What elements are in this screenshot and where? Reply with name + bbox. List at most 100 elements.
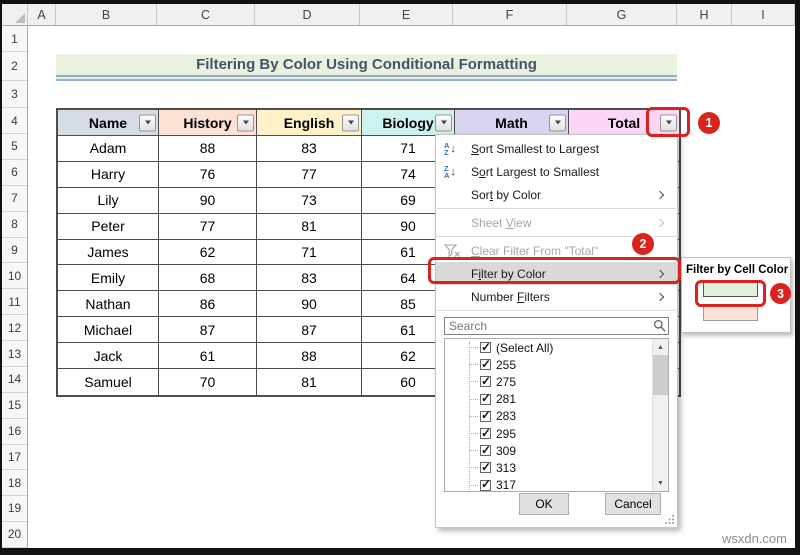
cell-name[interactable]: Michael — [58, 317, 159, 344]
cell-history[interactable]: 90 — [159, 187, 257, 214]
filter-list-item-275[interactable]: 275 — [445, 373, 668, 390]
cell-history[interactable]: 62 — [159, 239, 257, 266]
cell-name[interactable]: Samuel — [58, 369, 159, 395]
filter-list-item-313[interactable]: 313 — [445, 459, 668, 476]
column-header-math[interactable]: Math — [455, 110, 569, 136]
cell-english[interactable]: 71 — [257, 239, 362, 266]
cell-english[interactable]: 90 — [257, 291, 362, 318]
menu-item-sort-largest-to-smallest[interactable]: Z A ↓ Sort Largest to Smallest — [436, 160, 677, 183]
cell-history[interactable]: 61 — [159, 343, 257, 370]
cell-name[interactable]: Peter — [58, 213, 159, 240]
search-input[interactable] — [444, 317, 669, 335]
scroll-down-icon[interactable]: ▼ — [653, 475, 668, 491]
filter-value-checkbox[interactable] — [480, 391, 491, 405]
filter-value-checkbox[interactable] — [480, 374, 491, 388]
filter-list-item-295[interactable]: 295 — [445, 425, 668, 442]
filter-dropdown-button-english[interactable] — [342, 114, 359, 131]
filter-dropdown-button-math[interactable] — [549, 114, 566, 131]
column-header-english[interactable]: English — [257, 110, 362, 136]
resize-grip[interactable] — [665, 515, 674, 524]
row-header-19[interactable]: 19 — [2, 496, 27, 522]
col-header-H[interactable]: H — [677, 4, 732, 25]
cell-history[interactable]: 70 — [159, 369, 257, 395]
row-header-4[interactable]: 4 — [2, 108, 27, 134]
cell-name[interactable]: Adam — [58, 136, 159, 162]
list-scrollbar[interactable]: ▲ ▼ — [652, 339, 668, 491]
cell-english[interactable]: 73 — [257, 187, 362, 214]
search-icon[interactable] — [653, 319, 666, 337]
row-header-10[interactable]: 10 — [2, 263, 27, 290]
cell-history[interactable]: 86 — [159, 291, 257, 318]
menu-item-number-filters[interactable]: Number Filters — [436, 285, 677, 308]
filter-list-item-255[interactable]: 255 — [445, 356, 668, 373]
cell-english[interactable]: 77 — [257, 161, 362, 188]
filter-list-item-select-all[interactable]: (Select All) — [445, 339, 668, 356]
cell-english[interactable]: 81 — [257, 369, 362, 395]
cancel-button[interactable]: Cancel — [605, 493, 661, 515]
filter-list-item-309[interactable]: 309 — [445, 442, 668, 459]
filter-dropdown-button-history[interactable] — [237, 114, 254, 131]
filter-list-item-317[interactable]: 317 — [445, 477, 668, 491]
ok-button[interactable]: OK — [519, 493, 569, 515]
cell-name[interactable]: Emily — [58, 265, 159, 292]
row-header-6[interactable]: 6 — [2, 160, 27, 186]
color-swatch-light-orange[interactable] — [703, 306, 758, 321]
column-header-history[interactable]: History — [159, 110, 257, 136]
row-header-20[interactable]: 20 — [2, 522, 27, 548]
select-all-corner[interactable] — [2, 4, 28, 25]
filter-dropdown-button-name[interactable] — [139, 114, 156, 131]
row-header-14[interactable]: 14 — [2, 367, 27, 393]
filter-value-checkbox[interactable] — [480, 460, 491, 474]
filter-value-checkbox[interactable] — [480, 408, 491, 422]
column-header-biology[interactable]: Biology — [362, 110, 455, 136]
filter-value-checkbox[interactable] — [480, 443, 491, 457]
col-header-E[interactable]: E — [360, 4, 453, 25]
scroll-up-icon[interactable]: ▲ — [653, 339, 668, 355]
row-header-15[interactable]: 15 — [2, 393, 27, 419]
row-header-12[interactable]: 12 — [2, 315, 27, 342]
col-header-C[interactable]: C — [157, 4, 255, 25]
cell-name[interactable]: Lily — [58, 187, 159, 214]
cell-english[interactable]: 83 — [257, 136, 362, 162]
cell-history[interactable]: 68 — [159, 265, 257, 292]
filter-value-checkbox[interactable] — [480, 426, 491, 440]
row-header-8[interactable]: 8 — [2, 212, 27, 238]
cell-english[interactable]: 88 — [257, 343, 362, 370]
cell-history[interactable]: 77 — [159, 213, 257, 240]
filter-list-item-283[interactable]: 283 — [445, 408, 668, 425]
menu-item-sort-by-color[interactable]: Sort by Color — [436, 183, 677, 206]
col-header-A[interactable]: A — [28, 4, 56, 25]
row-header-9[interactable]: 9 — [2, 238, 27, 264]
menu-item-sort-smallest-to-largest[interactable]: A Z ↓ Sort Smallest to Largest — [436, 137, 677, 160]
filter-value-checkbox[interactable] — [480, 477, 491, 491]
column-header-name[interactable]: Name — [58, 110, 159, 136]
row-header-2[interactable]: 2 — [2, 52, 27, 81]
col-header-I[interactable]: I — [732, 4, 795, 25]
cell-history[interactable]: 87 — [159, 317, 257, 344]
row-header-3[interactable]: 3 — [2, 81, 27, 108]
cell-english[interactable]: 83 — [257, 265, 362, 292]
row-header-1[interactable]: 1 — [2, 26, 27, 52]
cell-name[interactable]: Nathan — [58, 291, 159, 318]
cell-name[interactable]: Harry — [58, 161, 159, 188]
filter-dropdown-button-biology[interactable] — [435, 114, 452, 131]
filter-list-item-281[interactable]: 281 — [445, 391, 668, 408]
cell-history[interactable]: 76 — [159, 161, 257, 188]
row-header-18[interactable]: 18 — [2, 470, 27, 497]
cell-name[interactable]: James — [58, 239, 159, 266]
filter-value-checkbox[interactable] — [480, 340, 491, 354]
col-header-B[interactable]: B — [56, 4, 157, 25]
row-header-17[interactable]: 17 — [2, 445, 27, 471]
col-header-F[interactable]: F — [453, 4, 567, 25]
cell-history[interactable]: 88 — [159, 136, 257, 162]
cell-english[interactable]: 81 — [257, 213, 362, 240]
filter-value-checkbox[interactable] — [480, 357, 491, 371]
scroll-thumb[interactable] — [653, 355, 668, 395]
row-header-5[interactable]: 5 — [2, 134, 27, 160]
row-header-16[interactable]: 16 — [2, 419, 27, 445]
col-header-G[interactable]: G — [567, 4, 677, 25]
cell-english[interactable]: 87 — [257, 317, 362, 344]
cell-name[interactable]: Jack — [58, 343, 159, 370]
row-header-11[interactable]: 11 — [2, 289, 27, 316]
row-header-13[interactable]: 13 — [2, 341, 27, 368]
